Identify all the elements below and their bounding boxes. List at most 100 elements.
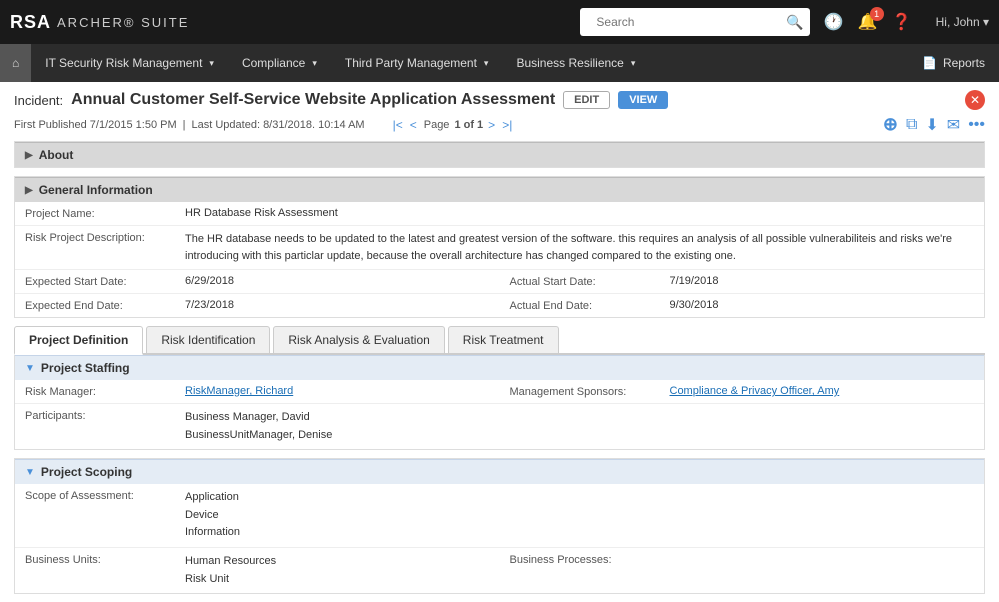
scope-value-3: Information — [185, 524, 974, 542]
first-published: First Published 7/1/2015 1:50 PM — [14, 119, 177, 131]
it-security-arrow: ▾ — [209, 58, 214, 69]
third-party-arrow: ▾ — [484, 58, 489, 69]
email-icon[interactable]: ✉ — [947, 115, 960, 135]
prev-page-button[interactable]: < — [408, 118, 419, 132]
risk-manager-half: Risk Manager: RiskManager, Richard — [15, 380, 500, 403]
scoping-header[interactable]: ▼ Project Scoping — [15, 459, 984, 484]
scoping-triangle-icon: ▼ — [25, 467, 35, 478]
scoping-section: ▼ Project Scoping Scope of Assessment: A… — [14, 458, 985, 594]
participant-2[interactable]: BusinessUnitManager, Denise — [185, 427, 974, 445]
home-nav-item[interactable]: ⌂ — [0, 44, 31, 82]
edit-button[interactable]: EDIT — [563, 91, 610, 109]
scope-row: Scope of Assessment: Application Device … — [15, 484, 984, 548]
compliance-label: Compliance — [242, 56, 305, 70]
download-icon[interactable]: ⬇ — [925, 115, 938, 135]
general-info-triangle-icon: ▶ — [25, 185, 33, 196]
participants-row: Participants: Business Manager, David Bu… — [15, 404, 984, 449]
end-dates-split: Expected End Date: 7/23/2018 Actual End … — [15, 294, 984, 317]
scope-values: Application Device Information — [185, 489, 974, 542]
view-button[interactable]: VIEW — [618, 91, 668, 109]
end-date-half: Expected End Date: 7/23/2018 — [15, 294, 500, 317]
notifications-icon[interactable]: 🔔 1 — [858, 12, 878, 32]
business-unit-1[interactable]: Human Resources — [185, 553, 490, 571]
risk-manager-row: Risk Manager: RiskManager, Richard Manag… — [15, 380, 984, 404]
last-updated: Last Updated: 8/31/2018. 10:14 AM — [192, 119, 365, 131]
reports-label: Reports — [943, 56, 985, 70]
it-security-nav-item[interactable]: IT Security Risk Management ▾ — [31, 44, 228, 82]
business-units-half: Business Units: Human Resources Risk Uni… — [15, 548, 500, 593]
staffing-label: Project Staffing — [41, 361, 130, 375]
reports-button[interactable]: 📄 Reports — [908, 44, 999, 82]
dates-split: Expected Start Date: 6/29/2018 Actual St… — [15, 270, 984, 293]
project-name-label: Project Name: — [25, 207, 185, 220]
staffing-section: ▼ Project Staffing Risk Manager: RiskMan… — [14, 355, 985, 450]
compliance-nav-item[interactable]: Compliance ▾ — [228, 44, 331, 82]
about-header[interactable]: ▶ About — [15, 142, 984, 167]
scoping-label: Project Scoping — [41, 465, 132, 479]
rsa-logo: RSA — [10, 12, 51, 33]
tab-risk-analysis[interactable]: Risk Analysis & Evaluation — [273, 326, 444, 353]
history-icon[interactable]: 🕐 — [824, 12, 844, 32]
help-icon[interactable]: ❓ — [892, 12, 912, 32]
actual-start-half: Actual Start Date: 7/19/2018 — [500, 270, 985, 293]
actual-end-label: Actual End Date: — [510, 299, 670, 312]
publish-row: First Published 7/1/2015 1:50 PM | Last … — [14, 114, 985, 135]
incident-title: Annual Customer Self-Service Website App… — [71, 91, 555, 109]
search-wrap: 🔍 — [580, 8, 809, 36]
risk-manager-label: Risk Manager: — [25, 385, 185, 398]
end-date-value: 7/23/2018 — [185, 299, 490, 312]
compliance-arrow: ▾ — [312, 58, 317, 69]
scope-value-2: Device — [185, 507, 974, 525]
home-icon: ⌂ — [12, 56, 19, 70]
more-icon[interactable]: ••• — [968, 116, 985, 134]
about-section: ▶ About — [14, 141, 985, 168]
staffing-header[interactable]: ▼ Project Staffing — [15, 355, 984, 380]
business-processes-half: Business Processes: — [500, 548, 985, 593]
mgmt-sponsors-label: Management Sponsors: — [510, 385, 670, 398]
incident-prefix: Incident: — [14, 93, 63, 108]
notification-badge: 1 — [870, 7, 884, 21]
next-page-button[interactable]: > — [486, 118, 497, 132]
tab-risk-identification[interactable]: Risk Identification — [146, 326, 270, 353]
mgmt-sponsors-half: Management Sponsors: Compliance & Privac… — [500, 380, 985, 403]
search-input[interactable] — [586, 10, 786, 34]
business-resilience-arrow: ▾ — [631, 58, 636, 69]
close-button[interactable]: ✕ — [965, 90, 985, 110]
user-menu[interactable]: Hi, John ▾ — [936, 15, 989, 29]
separator: | — [183, 119, 186, 131]
first-page-button[interactable]: |< — [391, 118, 405, 132]
nav-icons: 🕐 🔔 1 ❓ Hi, John ▾ — [824, 12, 989, 32]
desc-row: Risk Project Description: The HR databas… — [15, 226, 984, 270]
risk-manager-value[interactable]: RiskManager, Richard — [185, 385, 490, 398]
tab-risk-treatment[interactable]: Risk Treatment — [448, 326, 559, 353]
last-page-button[interactable]: >| — [500, 118, 514, 132]
third-party-nav-item[interactable]: Third Party Management ▾ — [331, 44, 503, 82]
tab-project-definition[interactable]: Project Definition — [14, 326, 143, 355]
actual-end-value: 9/30/2018 — [670, 299, 975, 312]
desc-value: The HR database needs to be updated to t… — [185, 231, 974, 264]
business-unit-2[interactable]: Risk Unit — [185, 571, 490, 589]
tabs-row: Project Definition Risk Identification R… — [14, 326, 985, 355]
business-processes-value — [670, 553, 975, 588]
search-icon[interactable]: 🔍 — [786, 14, 803, 31]
actual-start-value: 7/19/2018 — [670, 275, 975, 288]
incident-header: Incident: Annual Customer Self-Service W… — [14, 90, 985, 110]
business-units-values: Human Resources Risk Unit — [185, 553, 490, 588]
general-info-header[interactable]: ▶ General Information — [15, 177, 984, 202]
logo-area: RSA ARCHER® SUITE — [10, 12, 189, 33]
participant-1[interactable]: Business Manager, David — [185, 409, 974, 427]
start-date-value: 6/29/2018 — [185, 275, 490, 288]
end-date-label: Expected End Date: — [25, 299, 185, 312]
business-resilience-nav-item[interactable]: Business Resilience ▾ — [502, 44, 649, 82]
actual-end-half: Actual End Date: 9/30/2018 — [500, 294, 985, 317]
dates-row: Expected Start Date: 6/29/2018 Actual St… — [15, 270, 984, 294]
start-date-label: Expected Start Date: — [25, 275, 185, 288]
general-info-label: General Information — [39, 183, 153, 197]
secondary-navigation: ⌂ IT Security Risk Management ▾ Complian… — [0, 44, 999, 82]
copy-icon[interactable]: ⧉ — [906, 116, 917, 134]
participants-values: Business Manager, David BusinessUnitMana… — [185, 409, 974, 444]
add-icon[interactable]: ⊕ — [883, 114, 898, 135]
mgmt-sponsors-value[interactable]: Compliance & Privacy Officer, Amy — [670, 385, 975, 398]
about-label: About — [39, 148, 74, 162]
business-units-label: Business Units: — [25, 553, 185, 588]
